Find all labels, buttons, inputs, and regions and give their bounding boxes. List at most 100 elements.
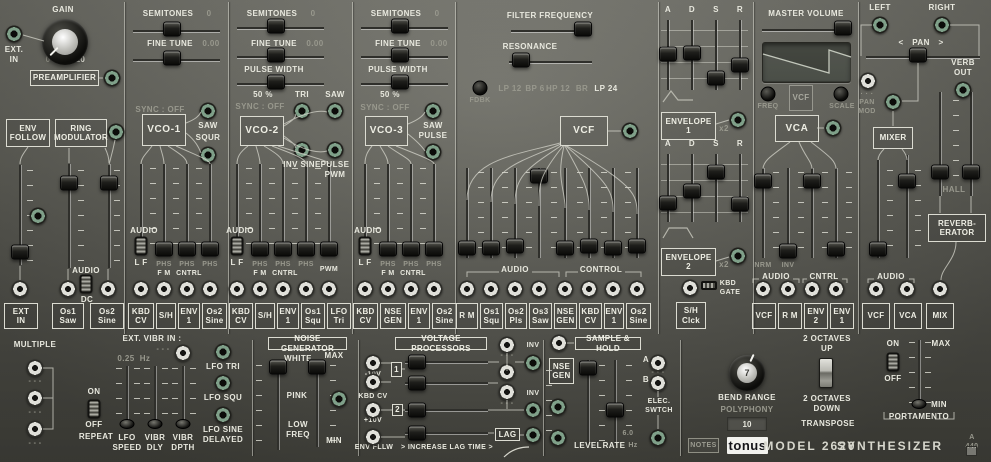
vco3-kbdcv-jack[interactable]: [356, 280, 374, 298]
vcf-os2pls-jack[interactable]: [506, 280, 524, 298]
pan-mod-jack[interactable]: [859, 72, 877, 90]
master-volume-handle[interactable]: [834, 20, 852, 36]
vco2-sh-jack[interactable]: [251, 280, 269, 298]
vca-vcf-jack[interactable]: [754, 280, 772, 298]
polyphony-value[interactable]: 10: [727, 417, 767, 431]
env1-r-handle[interactable]: [731, 57, 749, 73]
vca-env2-jack[interactable]: [803, 280, 821, 298]
sh-nsegen-jack[interactable]: [550, 334, 568, 352]
vco1-kbdcv-jack[interactable]: [132, 280, 150, 298]
vp-out3-jack[interactable]: [498, 383, 516, 401]
vp-plus10v-jack[interactable]: [364, 401, 382, 419]
sh-out1-jack[interactable]: [549, 398, 567, 416]
out-vcf-jack[interactable]: [867, 280, 885, 298]
env2-d-handle[interactable]: [683, 183, 701, 199]
vco2-mod-handle[interactable]: [297, 241, 315, 257]
vcf-slider-handle[interactable]: [580, 238, 598, 254]
env1-a-handle[interactable]: [659, 46, 677, 62]
vp-inv1-jack[interactable]: [524, 354, 542, 372]
gain-knob[interactable]: [42, 19, 88, 65]
env-follow-jack[interactable]: [29, 207, 47, 225]
vco2-mod-track[interactable]: [282, 164, 284, 252]
vco3-env1-jack[interactable]: [402, 280, 420, 298]
vcf-slider-handle[interactable]: [482, 240, 500, 256]
vco3-mod-track[interactable]: [387, 164, 389, 252]
bend-range-knob[interactable]: 7: [729, 353, 765, 391]
multiple-jack[interactable]: [26, 420, 44, 438]
vco1-mod-track[interactable]: [186, 164, 188, 252]
verb-out-jack[interactable]: [954, 81, 972, 99]
vcf-rm-jack[interactable]: [458, 280, 476, 298]
mixer-vca-handle[interactable]: [898, 173, 916, 189]
vcf-slider-handle[interactable]: [628, 238, 646, 254]
notes-button[interactable]: NOTES: [688, 438, 719, 453]
sh-level-handle[interactable]: [579, 360, 597, 376]
vco2-audio-lf-toggle[interactable]: [230, 236, 244, 256]
mixer-vca-track[interactable]: [906, 155, 908, 258]
lag-out-jack[interactable]: [524, 426, 542, 444]
lfo-tri-jack[interactable]: [214, 343, 232, 361]
portamento-track[interactable]: [918, 340, 920, 408]
vco3-finetune-handle[interactable]: [391, 47, 409, 63]
vco2-mod-handle[interactable]: [320, 241, 338, 257]
vco1-audio-lf-toggle[interactable]: [134, 236, 148, 256]
vco2-pulse-jack[interactable]: [326, 141, 344, 159]
vcf-slider-handle[interactable]: [458, 240, 476, 256]
vco1-sh-jack[interactable]: [155, 280, 173, 298]
vcf-os2sine-jack[interactable]: [628, 280, 646, 298]
vco2-invsine-jack[interactable]: [293, 141, 311, 159]
reverb-slider-track[interactable]: [970, 92, 972, 196]
vco1-os2sine-jack[interactable]: [201, 280, 219, 298]
vcf-env1-jack[interactable]: [604, 280, 622, 298]
vco2-mod-track[interactable]: [259, 164, 261, 252]
env2-a-handle[interactable]: [659, 195, 677, 211]
env2-s-handle[interactable]: [707, 164, 725, 180]
elec-switch-jack[interactable]: [649, 429, 667, 447]
vp-minus10v-jack[interactable]: [364, 354, 382, 372]
multiple-jack[interactable]: [26, 359, 44, 377]
ringmod-slider1-handle[interactable]: [60, 175, 78, 191]
filter-mode-bp6[interactable]: BP 6: [525, 84, 544, 94]
vp-out1-jack[interactable]: [498, 336, 516, 354]
sh-clock-jack[interactable]: [681, 279, 699, 297]
vco3-mod-handle[interactable]: [379, 241, 397, 257]
vco3-audio-lf-toggle[interactable]: [358, 236, 372, 256]
reverb-dry-handle[interactable]: [931, 164, 949, 180]
filter-mode-lp12[interactable]: LP 12: [498, 84, 521, 94]
vco3-semitones-handle[interactable]: [391, 18, 409, 34]
ringmod-slider2-handle[interactable]: [100, 175, 118, 191]
os1-saw-jack[interactable]: [59, 280, 77, 298]
vp-envfllw-jack[interactable]: [364, 428, 382, 446]
vco2-tri-jack[interactable]: [293, 102, 311, 120]
mixer-in-jack[interactable]: [884, 93, 902, 111]
scope-freq-knob[interactable]: [760, 86, 776, 102]
left-out-jack[interactable]: [871, 16, 889, 34]
vco1-mod-handle[interactable]: [155, 241, 173, 257]
vco2-kbdcv-jack[interactable]: [228, 280, 246, 298]
vco3-mod-track[interactable]: [433, 164, 435, 252]
vcf-out-jack[interactable]: [621, 122, 639, 140]
out-vca-jack[interactable]: [898, 280, 916, 298]
vcf-slider-handle[interactable]: [604, 240, 622, 256]
vp-out2-jack[interactable]: [498, 363, 516, 381]
transpose-toggle[interactable]: [819, 358, 833, 388]
vca-env1-jack[interactable]: [827, 280, 845, 298]
noise-level-handle[interactable]: [308, 359, 326, 375]
vco2-env1-jack[interactable]: [274, 280, 292, 298]
ext-vibr-in-jack[interactable]: [174, 344, 192, 362]
vp-slider2-handle[interactable]: [408, 375, 426, 391]
vco2-finetune-handle[interactable]: [267, 47, 285, 63]
ext-in-bottom-jack[interactable]: [11, 280, 29, 298]
vcf-slider-handle[interactable]: [506, 238, 524, 254]
vcf-nsegen-jack[interactable]: [556, 280, 574, 298]
sh-rate-handle[interactable]: [606, 402, 624, 418]
vco2-saw-jack[interactable]: [326, 102, 344, 120]
filter-frequency-handle[interactable]: [574, 21, 592, 37]
vco1-saw-jack[interactable]: [199, 102, 217, 120]
vco1-mod-handle[interactable]: [178, 241, 196, 257]
mixer-vcf-handle[interactable]: [869, 241, 887, 257]
vca-vcf-handle[interactable]: [754, 173, 772, 189]
vp-slider3-handle[interactable]: [408, 402, 426, 418]
pan-handle[interactable]: [909, 47, 927, 63]
vco3-mod-handle[interactable]: [425, 241, 443, 257]
